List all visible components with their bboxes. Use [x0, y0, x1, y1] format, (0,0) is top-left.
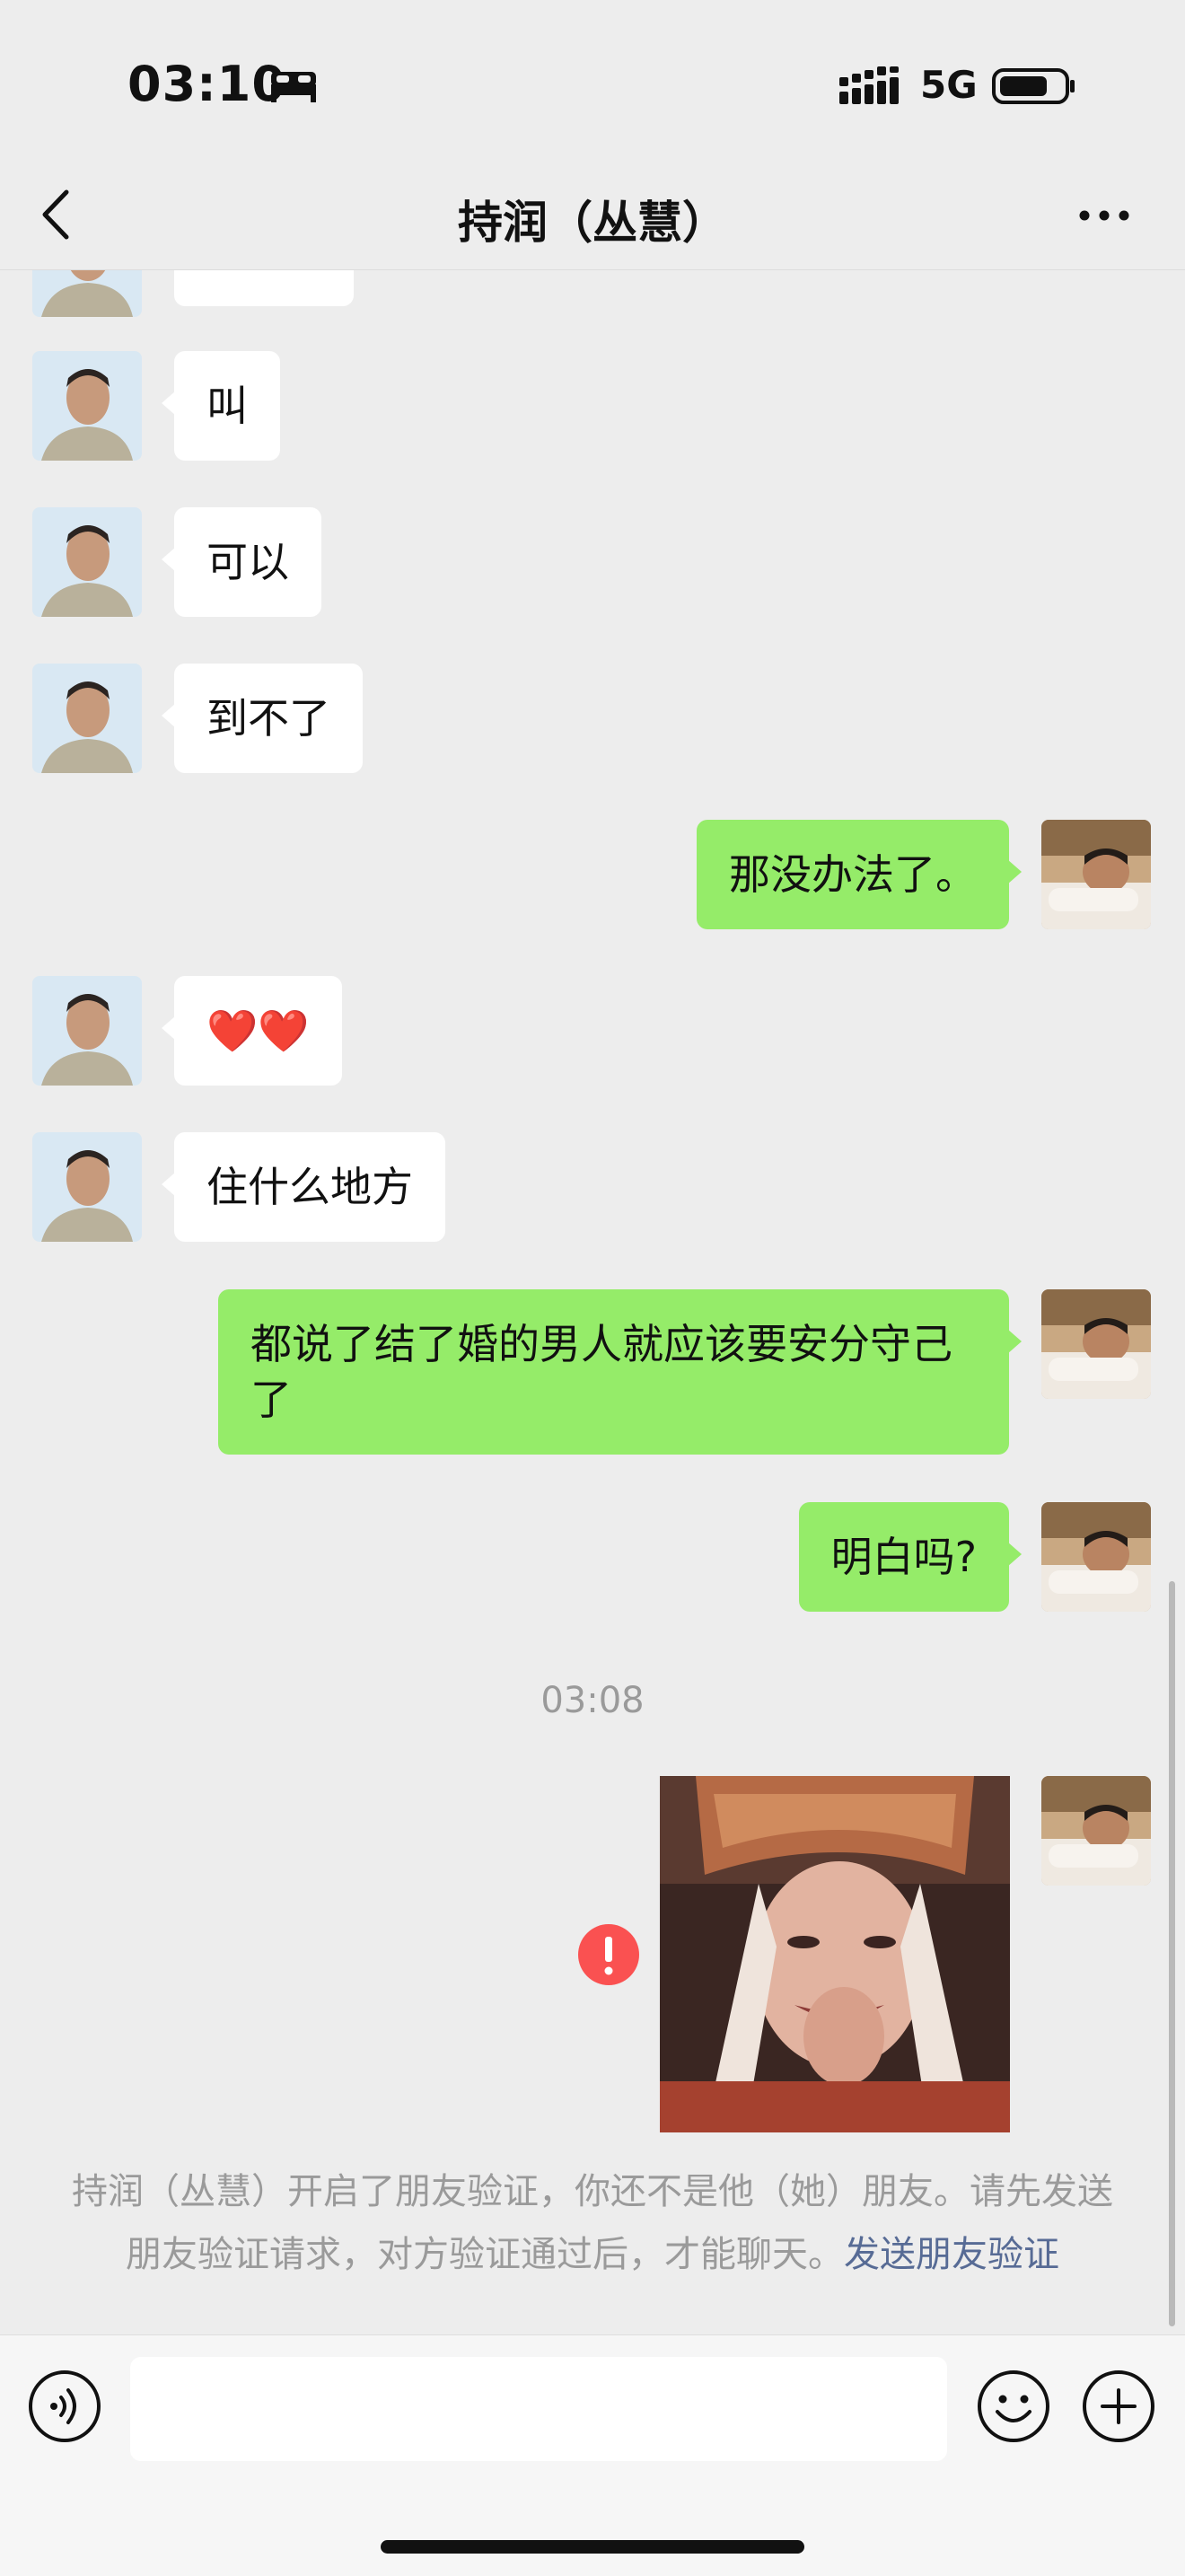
outgoing-message-bubble[interactable]: 明白吗?	[798, 1502, 1023, 1612]
contact-avatar[interactable]	[32, 507, 142, 617]
signal-icon	[839, 66, 899, 104]
battery-icon	[992, 68, 1075, 104]
my-avatar[interactable]	[1041, 1289, 1151, 1399]
home-indicator[interactable]	[381, 2540, 804, 2554]
contact-avatar[interactable]	[32, 664, 142, 773]
incoming-message-bubble[interactable]: 可以	[162, 507, 321, 617]
status-bar: 03:10 5G	[0, 0, 1185, 162]
message-input[interactable]	[130, 2357, 947, 2461]
friend-verification-notice: 持润（丛慧）开启了朋友验证，你还不是他（她）朋友。请先发送朋友验证请求，对方验证…	[72, 2160, 1113, 2286]
plus-icon[interactable]	[1081, 2369, 1156, 2444]
message-timestamp: 03:08	[540, 1680, 645, 1721]
network-type: 5G	[920, 63, 978, 107]
incoming-message-bubble[interactable]: ❤️❤️	[162, 976, 342, 1086]
chat-title: 持润（丛慧）	[458, 197, 727, 249]
send-failed-icon[interactable]	[578, 1924, 639, 1985]
contact-avatar[interactable]	[32, 1132, 142, 1242]
message-list[interactable]: 叫 可以 到不了 那没办法了。 ❤️❤️ 住什么地方 都说了结了婚的男人就应该要…	[0, 270, 1185, 2334]
incoming-message-bubble[interactable]: 到不了	[162, 664, 363, 773]
send-verification-link[interactable]: 发送朋友验证	[844, 2234, 1059, 2275]
incoming-message-bubble[interactable]	[162, 270, 354, 306]
emoji-icon[interactable]	[976, 2369, 1051, 2444]
sent-image-message[interactable]	[660, 1776, 1010, 2132]
outgoing-message-bubble[interactable]: 都说了结了婚的男人就应该要安分守己了	[218, 1289, 1022, 1455]
my-avatar[interactable]	[1041, 1502, 1151, 1612]
input-bar	[0, 2334, 1185, 2576]
my-avatar[interactable]	[1041, 1776, 1151, 1886]
outgoing-message-bubble[interactable]: 那没办法了。	[697, 820, 1022, 929]
more-options-icon[interactable]	[1077, 198, 1131, 233]
contact-avatar[interactable]	[32, 270, 142, 317]
voice-input-icon[interactable]	[27, 2369, 102, 2444]
chat-header: 持润（丛慧）	[0, 162, 1185, 270]
contact-avatar[interactable]	[32, 351, 142, 461]
scrollbar[interactable]	[1169, 1581, 1175, 2326]
my-avatar[interactable]	[1041, 820, 1151, 929]
incoming-message-bubble[interactable]: 叫	[162, 351, 280, 461]
contact-avatar[interactable]	[32, 976, 142, 1086]
sleep-mode-icon	[271, 72, 316, 102]
status-time: 03:10	[127, 56, 286, 112]
incoming-message-bubble[interactable]: 住什么地方	[162, 1132, 445, 1242]
